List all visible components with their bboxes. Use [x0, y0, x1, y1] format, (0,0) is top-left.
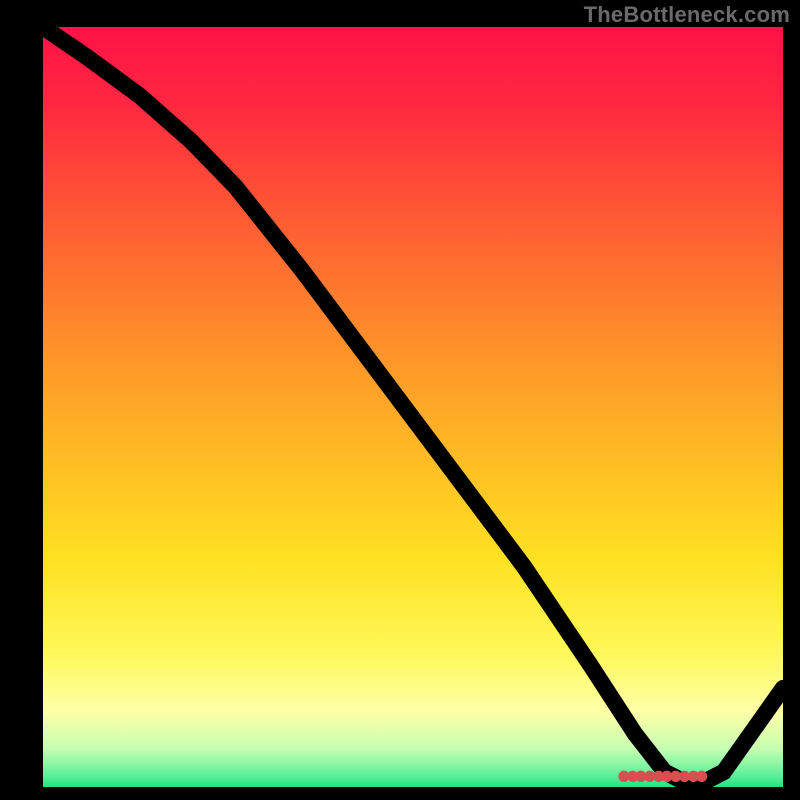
chart-svg	[43, 27, 783, 787]
watermark-text: TheBottleneck.com	[584, 2, 790, 28]
chart-root: TheBottleneck.com	[0, 0, 800, 800]
plot-area	[43, 27, 783, 787]
cluster-dot	[696, 771, 707, 782]
